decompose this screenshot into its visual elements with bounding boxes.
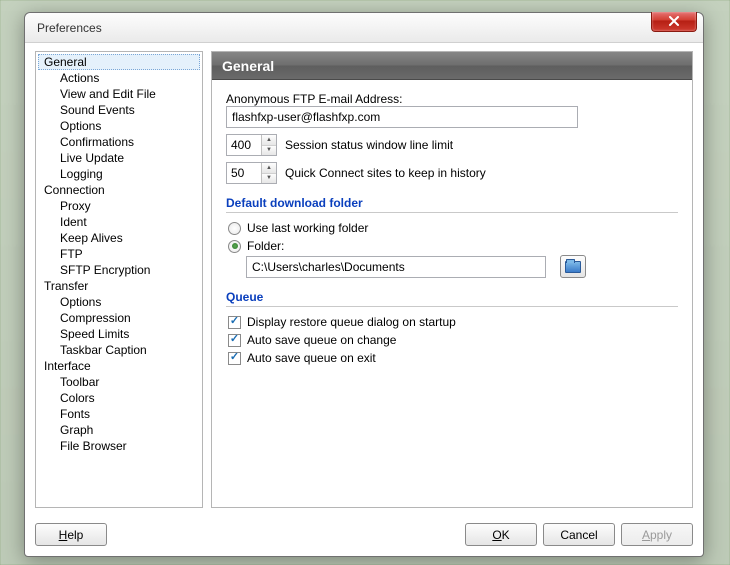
panel-title: General xyxy=(212,52,692,80)
check-autosave-change-label: Auto save queue on change xyxy=(247,333,396,347)
check-restore-queue-label: Display restore queue dialog on startup xyxy=(247,315,456,329)
close-button[interactable] xyxy=(651,12,697,32)
tree-item-confirmations[interactable]: Confirmations xyxy=(38,134,200,150)
tree-item-file-browser[interactable]: File Browser xyxy=(38,438,200,454)
tree-item-graph[interactable]: Graph xyxy=(38,422,200,438)
ok-button[interactable]: OK xyxy=(465,523,537,546)
email-label: Anonymous FTP E-mail Address: xyxy=(226,92,678,106)
tree-item-general[interactable]: General xyxy=(38,54,200,70)
tree-item-options[interactable]: Options xyxy=(38,118,200,134)
help-button[interactable]: Help xyxy=(35,523,107,546)
spin-down-icon[interactable]: ▼ xyxy=(262,146,276,156)
close-icon xyxy=(668,16,680,26)
settings-panel: General Anonymous FTP E-mail Address: ▲ … xyxy=(211,51,693,508)
section-download-folder: Default download folder xyxy=(226,196,678,213)
email-input[interactable] xyxy=(226,106,578,128)
tree-item-proxy[interactable]: Proxy xyxy=(38,198,200,214)
tree-item-actions[interactable]: Actions xyxy=(38,70,200,86)
tree-item-sftp-encryption[interactable]: SFTP Encryption xyxy=(38,262,200,278)
titlebar: Preferences xyxy=(25,13,703,43)
dialog-footer: Help OK Cancel Apply xyxy=(35,523,693,546)
tree-item-transfer[interactable]: Transfer xyxy=(38,278,200,294)
tree-item-interface[interactable]: Interface xyxy=(38,358,200,374)
check-autosave-exit-label: Auto save queue on exit xyxy=(247,351,376,365)
radio-folder-label: Folder: xyxy=(247,239,284,253)
radio-folder[interactable] xyxy=(228,240,241,253)
tree-item-view-and-edit-file[interactable]: View and Edit File xyxy=(38,86,200,102)
spin-up-icon[interactable]: ▲ xyxy=(262,135,276,146)
category-tree[interactable]: GeneralActionsView and Edit FileSound Ev… xyxy=(35,51,203,508)
tree-item-sound-events[interactable]: Sound Events xyxy=(38,102,200,118)
radio-last-folder[interactable] xyxy=(228,222,241,235)
tree-item-ftp[interactable]: FTP xyxy=(38,246,200,262)
cancel-button[interactable]: Cancel xyxy=(543,523,615,546)
apply-button[interactable]: Apply xyxy=(621,523,693,546)
tree-item-toolbar[interactable]: Toolbar xyxy=(38,374,200,390)
section-queue: Queue xyxy=(226,290,678,307)
preferences-window: Preferences GeneralActionsView and Edit … xyxy=(24,12,704,557)
tree-item-fonts[interactable]: Fonts xyxy=(38,406,200,422)
tree-item-compression[interactable]: Compression xyxy=(38,310,200,326)
tree-item-ident[interactable]: Ident xyxy=(38,214,200,230)
window-title: Preferences xyxy=(33,21,102,35)
radio-last-folder-label: Use last working folder xyxy=(247,221,368,235)
check-autosave-exit[interactable] xyxy=(228,352,241,365)
check-autosave-change[interactable] xyxy=(228,334,241,347)
spin-up-icon[interactable]: ▲ xyxy=(262,163,276,174)
tree-item-taskbar-caption[interactable]: Taskbar Caption xyxy=(38,342,200,358)
session-limit-spinner[interactable]: ▲ ▼ xyxy=(226,134,277,156)
browse-folder-button[interactable] xyxy=(560,255,586,278)
tree-item-colors[interactable]: Colors xyxy=(38,390,200,406)
folder-icon xyxy=(565,261,581,273)
spin-down-icon[interactable]: ▼ xyxy=(262,174,276,184)
quick-sites-label: Quick Connect sites to keep in history xyxy=(285,166,486,180)
tree-item-live-update[interactable]: Live Update xyxy=(38,150,200,166)
quick-sites-spinner[interactable]: ▲ ▼ xyxy=(226,162,277,184)
folder-path-input[interactable] xyxy=(246,256,546,278)
tree-item-connection[interactable]: Connection xyxy=(38,182,200,198)
help-button-rest: elp xyxy=(67,528,83,542)
tree-item-logging[interactable]: Logging xyxy=(38,166,200,182)
tree-item-speed-limits[interactable]: Speed Limits xyxy=(38,326,200,342)
quick-sites-input[interactable] xyxy=(227,163,261,183)
check-restore-queue[interactable] xyxy=(228,316,241,329)
session-limit-label: Session status window line limit xyxy=(285,138,453,152)
tree-item-keep-alives[interactable]: Keep Alives xyxy=(38,230,200,246)
tree-item-options[interactable]: Options xyxy=(38,294,200,310)
session-limit-input[interactable] xyxy=(227,135,261,155)
